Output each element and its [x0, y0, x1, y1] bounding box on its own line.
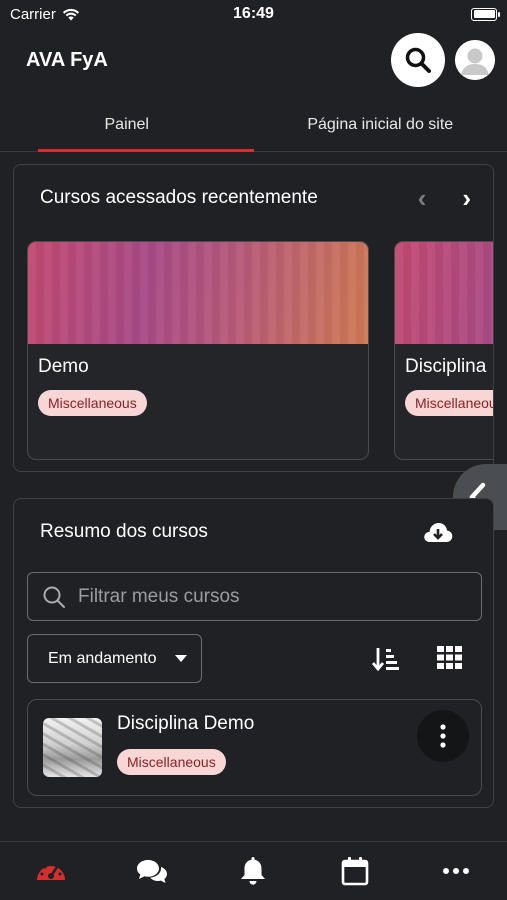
grid-view-icon[interactable] [437, 646, 463, 670]
course-name: Disciplina Demo [405, 356, 493, 377]
app-title: AVA FyA [26, 48, 108, 71]
recent-courses-title: Cursos acessados recentemente [40, 187, 318, 208]
course-filter-input[interactable] [78, 585, 458, 608]
wifi-icon [62, 8, 79, 20]
course-summary-card: Resumo dos cursos Em andamento Disc [13, 498, 494, 808]
course-row-name: Disciplina Demo [117, 713, 255, 734]
category-badge: Miscellaneous [405, 390, 493, 416]
chevron-left-icon[interactable]: ‹ [418, 185, 427, 211]
status-filter-select[interactable]: Em andamento [27, 634, 202, 683]
course-image [28, 242, 368, 344]
category-badge: Miscellaneous [117, 749, 226, 775]
carrier-label: Carrier [10, 5, 56, 23]
search-button[interactable] [391, 33, 445, 87]
recent-courses-header: Cursos acessados recentemente ‹ › [14, 165, 493, 231]
nav-messages[interactable] [122, 842, 182, 900]
nav-dashboard[interactable] [21, 842, 81, 900]
course-summary-header: Resumo dos cursos [14, 499, 493, 565]
messages-icon [137, 860, 168, 883]
user-avatar[interactable] [455, 40, 495, 80]
course-summary-title: Resumo dos cursos [40, 521, 208, 542]
sort-icon[interactable] [372, 646, 400, 672]
caret-down-icon [175, 654, 187, 662]
recent-course-tile[interactable]: Disciplina Demo Miscellaneous [394, 241, 493, 460]
course-filter-field[interactable] [27, 572, 482, 621]
course-options-button[interactable] [417, 710, 469, 762]
nav-notifications[interactable] [223, 842, 283, 900]
main-tabs: Painel Página inicial do site [0, 98, 507, 152]
header-actions [391, 33, 495, 87]
search-icon [43, 586, 65, 608]
recent-courses-card: Cursos acessados recentemente ‹ › Demo M… [13, 164, 494, 472]
chevron-right-icon[interactable]: › [462, 185, 471, 211]
course-name: Demo [38, 356, 89, 377]
category-badge: Miscellaneous [38, 390, 147, 416]
app-header: AVA FyA [0, 30, 507, 90]
cloud-download-icon[interactable] [423, 521, 453, 543]
more-icon [443, 868, 470, 874]
tab-painel[interactable]: Painel [0, 98, 254, 152]
carousel-arrows: ‹ › [418, 185, 471, 211]
status-left: Carrier [10, 6, 80, 23]
notifications-icon [241, 857, 266, 885]
tab-painel-label: Painel [104, 115, 149, 133]
course-thumbnail [43, 718, 102, 777]
nav-more[interactable] [426, 842, 486, 900]
bottom-nav [0, 841, 507, 900]
dashboard-icon [36, 862, 65, 880]
course-image [395, 242, 493, 344]
battery-icon [471, 7, 500, 21]
tab-site-home-label: Página inicial do site [307, 115, 454, 133]
nav-calendar[interactable] [325, 842, 385, 900]
search-icon [405, 47, 431, 73]
more-vertical-icon [440, 724, 446, 748]
status-filter-value: Em andamento [48, 649, 157, 667]
status-bar: Carrier 16:49 [0, 0, 507, 28]
recent-course-tile[interactable]: Demo Miscellaneous [27, 241, 369, 460]
user-icon [455, 40, 495, 80]
course-list-item[interactable]: Disciplina Demo Miscellaneous [27, 699, 482, 796]
calendar-icon [341, 857, 369, 886]
tab-site-home[interactable]: Página inicial do site [254, 98, 507, 151]
